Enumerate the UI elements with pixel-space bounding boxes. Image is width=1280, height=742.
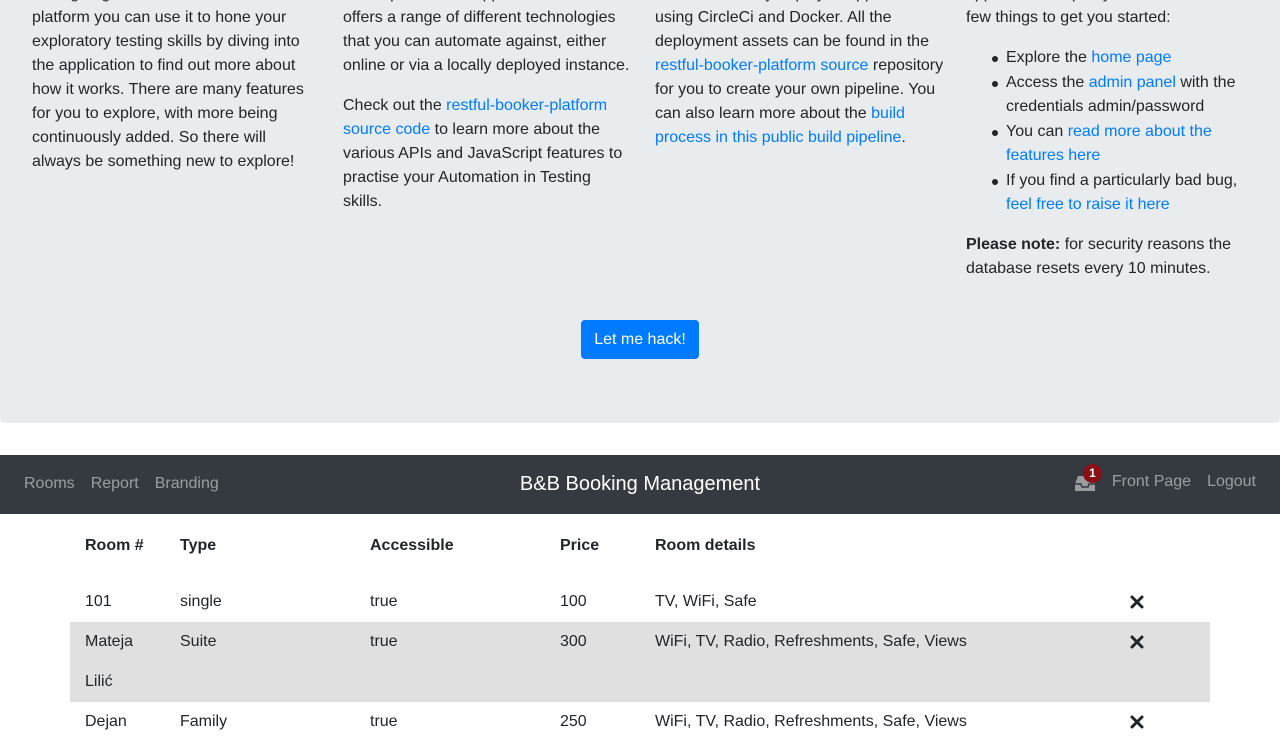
getting-started-list: Explore the home page Access the admin p…: [966, 46, 1256, 217]
source-repo-link[interactable]: restful-booker-platform source: [655, 57, 868, 74]
room-price: 250: [560, 713, 587, 730]
home-page-link[interactable]: home page: [1091, 49, 1171, 66]
intro-column-1: finding bugs. With Restful-booker-platfo…: [32, 0, 312, 190]
room-details: WiFi, TV, Radio, Refreshments, Safe, Vie…: [655, 713, 967, 730]
room-type: Family: [180, 713, 228, 730]
admin-navbar: Rooms Report Branding B&B Booking Manage…: [0, 455, 1280, 514]
logout-link[interactable]: Logout: [1207, 470, 1256, 494]
room-accessible: true: [370, 633, 398, 650]
inbox-button[interactable]: 1: [1074, 464, 1102, 494]
notification-badge: 1: [1082, 464, 1102, 483]
text: You can: [1006, 123, 1068, 140]
text: is a continuously deployed application u…: [655, 0, 929, 50]
table-row[interactable]: Dejan Family true 250 WiFi, TV, Radio, R…: [70, 702, 1210, 742]
rooms-table: Room # Type Accessible Price Room detail…: [70, 530, 1210, 730]
room-price: 300: [560, 633, 587, 650]
room-type: single: [180, 593, 222, 610]
delete-icon[interactable]: [1129, 634, 1145, 650]
note-label: Please note:: [966, 236, 1061, 253]
intro-column-4: application is up to you, but here are a…: [966, 0, 1256, 297]
room-details: TV, WiFi, Safe: [655, 593, 757, 610]
text: If you find a particularly bad bug,: [1006, 172, 1238, 189]
header-room-details: Room details: [655, 537, 756, 554]
header-price: Price: [560, 537, 600, 554]
security-note: Please note: for security reasons the da…: [966, 233, 1256, 281]
text: Check out the: [343, 97, 447, 114]
table-row[interactable]: 101 single true 100 TV, WiFi, Safe: [70, 582, 1210, 622]
nav-rooms-link[interactable]: Rooms: [24, 472, 75, 496]
table-header: Room # Type Accessible Price Room detail…: [70, 530, 1210, 570]
intro-col1-text: finding bugs. With Restful-booker-platfo…: [32, 0, 304, 170]
intro-column-3: is a continuously deployed application u…: [655, 0, 945, 166]
intro-col4-text: application is up to you, but here are a…: [966, 0, 1237, 26]
list-item: Explore the home page: [992, 46, 1256, 70]
room-number: Mateja Lilić: [85, 633, 134, 690]
table-row[interactable]: Mateja Lilić Suite true 300 WiFi, TV, Ra…: [70, 622, 1210, 702]
intro-column-2: is an open source application and it off…: [343, 0, 633, 230]
room-number: 101: [85, 593, 112, 610]
nav-branding-link[interactable]: Branding: [155, 472, 219, 496]
header-type: Type: [180, 537, 217, 554]
room-type: Suite: [180, 633, 217, 650]
nav-report-link[interactable]: Report: [91, 472, 139, 496]
room-details: WiFi, TV, Radio, Refreshments, Safe, Vie…: [655, 633, 967, 650]
delete-icon[interactable]: [1129, 714, 1145, 730]
list-item: If you find a particularly bad bug, feel…: [992, 169, 1256, 217]
list-item: Access the admin panel with the credenti…: [992, 71, 1256, 119]
delete-icon[interactable]: [1129, 594, 1145, 610]
text: Explore the: [1006, 49, 1092, 66]
nav-right: 1 Front Page Logout: [1074, 464, 1256, 494]
let-me-hack-button[interactable]: Let me hack!: [581, 320, 699, 359]
nav-links: Rooms Report Branding: [24, 472, 219, 496]
raise-bug-link[interactable]: feel free to raise it here: [1006, 196, 1170, 213]
intro-panel: finding bugs. With Restful-booker-platfo…: [0, 0, 1280, 423]
room-price: 100: [560, 593, 587, 610]
navbar-brand[interactable]: B&B Booking Management: [520, 473, 760, 495]
room-number: Dejan: [85, 713, 127, 730]
room-accessible: true: [370, 713, 398, 730]
room-accessible: true: [370, 593, 398, 610]
front-page-link[interactable]: Front Page: [1112, 470, 1191, 494]
header-accessible: Accessible: [370, 537, 454, 554]
intro-col2-paragraph-2: Check out the restful-booker-platform so…: [343, 94, 633, 214]
text: .: [901, 129, 906, 146]
text: Access the: [1006, 74, 1089, 91]
intro-col2-paragraph-1: is an open source application and it off…: [343, 0, 630, 74]
header-room-number: Room #: [85, 537, 144, 554]
admin-panel-link[interactable]: admin panel: [1089, 74, 1176, 91]
list-item: You can read more about the features her…: [992, 120, 1256, 168]
intro-col3-paragraph: is a continuously deployed application u…: [655, 0, 945, 150]
